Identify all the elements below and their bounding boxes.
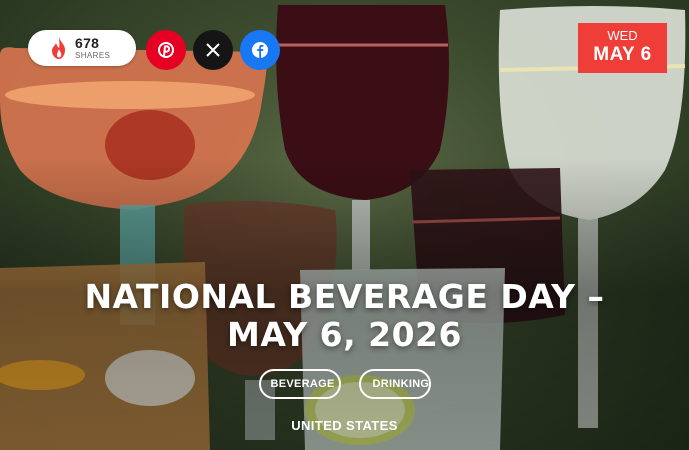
title-line-2: MAY 6, 2026 bbox=[227, 315, 462, 354]
tag-list: BEVERAGE DRINKING bbox=[0, 369, 689, 399]
share-count: 678 bbox=[75, 35, 100, 51]
facebook-icon bbox=[252, 42, 268, 58]
date-month-day: MAY 6 bbox=[593, 44, 652, 65]
tag-drinking[interactable]: DRINKING bbox=[358, 369, 431, 399]
x-share-button[interactable] bbox=[193, 30, 233, 70]
pinterest-share-button[interactable] bbox=[146, 30, 186, 70]
country-link[interactable]: UNITED STATES bbox=[0, 418, 689, 433]
hero-banner: 678 SHARES WED MAY 6 NATIONAL BEVERAGE D… bbox=[0, 0, 689, 450]
date-badge: WED MAY 6 bbox=[578, 23, 667, 73]
title-line-1: NATIONAL BEVERAGE DAY – bbox=[84, 277, 605, 316]
flame-icon bbox=[52, 37, 65, 59]
pinterest-icon bbox=[158, 42, 174, 58]
date-weekday: WED bbox=[607, 28, 638, 43]
page-title: NATIONAL BEVERAGE DAY – MAY 6, 2026 bbox=[0, 278, 689, 354]
share-count-pill[interactable]: 678 SHARES bbox=[28, 30, 136, 66]
x-icon bbox=[206, 43, 220, 57]
facebook-share-button[interactable] bbox=[240, 30, 280, 70]
tag-beverage[interactable]: BEVERAGE bbox=[258, 369, 341, 399]
share-label: SHARES bbox=[75, 51, 111, 60]
